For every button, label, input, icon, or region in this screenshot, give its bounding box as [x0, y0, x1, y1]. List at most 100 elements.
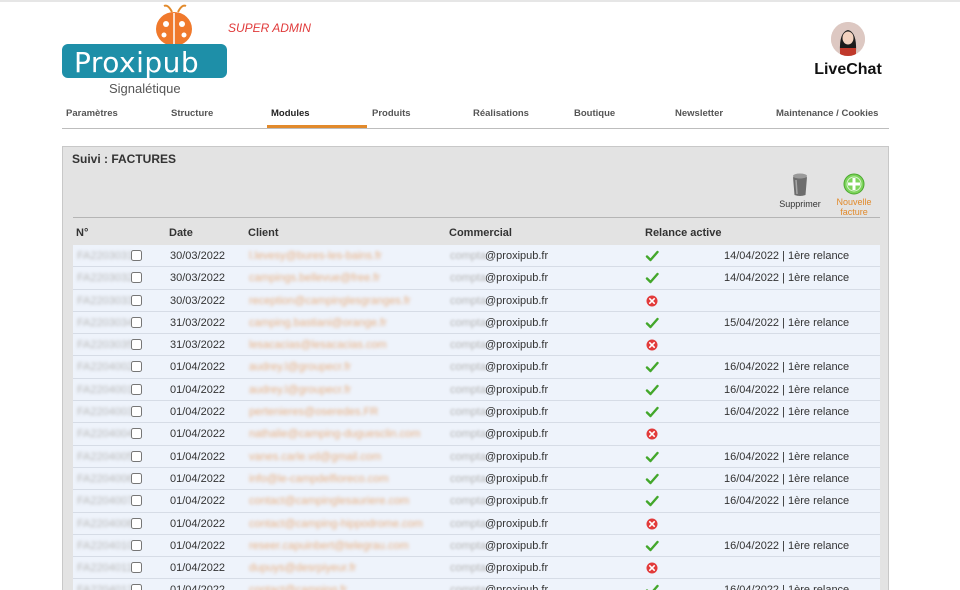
table-row[interactable]: FA2204005 01/04/2022 vanes.carle.vd@gmai… [73, 445, 880, 468]
commercial-domain: @proxipub.fr [485, 495, 549, 508]
nav-maintenance-cookies[interactable]: Maintenance / Cookies [776, 108, 878, 119]
table-row[interactable]: FA2204008 01/04/2022 contact@camping-hip… [73, 512, 880, 535]
table-row[interactable]: FA2204001 01/04/2022 audrey.l@groupecr.f… [73, 378, 880, 402]
row-checkbox[interactable] [131, 272, 142, 284]
table-row[interactable]: FA2203032 30/03/2022 campings.bellevue@f… [73, 267, 880, 290]
relance-active-check-icon[interactable] [645, 472, 659, 486]
client-email[interactable]: contact@camping-hippodrome.com [249, 518, 423, 530]
col-date[interactable]: Date [169, 227, 193, 239]
client-email[interactable]: contact@camping.fr [249, 584, 347, 590]
commercial-domain: @proxipub.fr [485, 472, 549, 485]
commercial-user: compta [450, 383, 487, 396]
invoice-date: 30/03/2022 [170, 294, 226, 307]
table-row[interactable]: FA2203034 31/03/2022 camping.bastiani@or… [73, 311, 880, 335]
nav-realisations[interactable]: Réalisations [473, 108, 529, 119]
client-email[interactable]: dupuys@desrpiyeur.fr [249, 562, 356, 574]
table-row[interactable]: FA2204012 01/04/2022 contact@camping.fr … [73, 579, 880, 590]
delete-button[interactable]: Supprimer [775, 173, 825, 209]
commercial-user: compta [450, 361, 487, 374]
relance-text: 14/04/2022 | 1ère relance [724, 272, 850, 285]
invoices-panel: Suivi : FACTURES Supprimer Nouvelle fact… [62, 146, 889, 590]
row-checkbox[interactable] [131, 562, 142, 574]
table-row[interactable]: FA2204002 01/04/2022 audrey.l@groupecr.f… [73, 356, 880, 379]
invoice-number: FA2204001 [77, 383, 134, 396]
livechat-button[interactable]: LiveChat [812, 22, 884, 79]
row-checkbox[interactable] [131, 584, 142, 590]
table-row[interactable]: FA2204004 01/04/2022 nathalie@camping-du… [73, 423, 880, 446]
client-email[interactable]: campings.bellevue@free.fr [249, 272, 380, 284]
delete-label: Supprimer [779, 199, 821, 209]
nav-structure[interactable]: Structure [171, 108, 213, 119]
relance-text: 16/04/2022 | 1ère relance [724, 406, 850, 419]
nav-modules[interactable]: Modules [271, 108, 310, 119]
table-row[interactable]: FA2204006 01/04/2022 info@le-campdelfior… [73, 467, 880, 491]
col-relance[interactable]: Relance active [645, 227, 721, 239]
commercial-user: compta [450, 250, 487, 262]
client-email[interactable]: audrey.l@groupecr.fr [249, 361, 351, 373]
row-checkbox[interactable] [131, 472, 142, 484]
relance-active-check-icon[interactable] [645, 583, 659, 590]
client-email[interactable]: info@le-campdelfioreco.com [249, 473, 389, 485]
client-email[interactable]: pertenieres@oseredes.FR [249, 406, 378, 418]
relance-active-check-icon[interactable] [645, 383, 659, 397]
relance-active-check-icon[interactable] [645, 405, 659, 419]
nav-boutique[interactable]: Boutique [574, 108, 615, 119]
invoice-number: FA2204011 [77, 562, 133, 575]
relance-inactive-cross-icon[interactable] [645, 294, 659, 308]
relance-active-check-icon[interactable] [645, 360, 659, 374]
relance-inactive-cross-icon[interactable] [645, 427, 659, 441]
row-checkbox[interactable] [131, 361, 142, 373]
client-email[interactable]: camping.bastiani@orange.fr [249, 317, 387, 329]
row-checkbox[interactable] [131, 294, 142, 306]
nav-produits[interactable]: Produits [372, 108, 411, 119]
row-checkbox[interactable] [131, 428, 142, 440]
client-email[interactable]: reception@campinglesgranges.fr [249, 295, 411, 307]
row-checkbox[interactable] [131, 495, 142, 507]
col-commercial[interactable]: Commercial [449, 227, 512, 239]
table-row[interactable]: FA2204010 01/04/2022 reseer.capuinbert@t… [73, 534, 880, 558]
row-checkbox[interactable] [131, 250, 142, 261]
relance-inactive-cross-icon[interactable] [645, 561, 659, 575]
table-row[interactable]: FA2204007 01/04/2022 contact@campinglesa… [73, 490, 880, 513]
table-row[interactable]: FA2203033 30/03/2022 reception@campingle… [73, 289, 880, 312]
row-checkbox[interactable] [131, 383, 142, 395]
client-email[interactable]: contact@campinglesauriere.com [249, 495, 409, 507]
col-client[interactable]: Client [248, 227, 279, 239]
row-checkbox[interactable] [131, 450, 142, 462]
nav-newsletter[interactable]: Newsletter [675, 108, 723, 119]
table-row[interactable]: FA2204011 01/04/2022 dupuys@desrpiyeur.f… [73, 557, 880, 580]
nav-parametres[interactable]: Paramètres [66, 108, 118, 119]
table-row[interactable]: FA2203035 31/03/2022 lesacacias@lesacaci… [73, 334, 880, 357]
relance-active-check-icon[interactable] [645, 494, 659, 508]
row-checkbox[interactable] [131, 406, 142, 418]
row-checkbox[interactable] [131, 517, 142, 529]
client-email[interactable]: vanes.carle.vd@gmail.com [249, 451, 381, 463]
relance-inactive-cross-icon[interactable] [645, 517, 659, 531]
commercial-user: compta [450, 272, 487, 285]
table-row[interactable]: FA2203031 30/03/2022 l.levesy@bures-les-… [73, 245, 880, 268]
client-email[interactable]: nathalie@camping-duguesclin.com [249, 428, 420, 440]
proxipub-logo[interactable]: Proxipub Signalétique [62, 2, 232, 98]
client-email[interactable]: audrey.l@groupecr.fr [249, 384, 351, 396]
relance-active-check-icon[interactable] [645, 539, 659, 553]
invoice-date: 01/04/2022 [170, 495, 226, 508]
relance-inactive-cross-icon[interactable] [645, 338, 659, 352]
logo-text: Proxipub [74, 46, 200, 79]
relance-active-check-icon[interactable] [645, 316, 659, 330]
commercial-domain: @proxipub.fr [485, 450, 549, 463]
relance-active-check-icon[interactable] [645, 450, 659, 464]
row-checkbox[interactable] [131, 316, 142, 328]
client-email[interactable]: reseer.capuinbert@telegrau.com [249, 540, 409, 552]
client-email[interactable]: l.levesy@bures-les-bains.fr [249, 250, 382, 262]
table-row[interactable]: FA2204003 01/04/2022 pertenieres@oserede… [73, 401, 880, 424]
invoice-number: FA2204010 [77, 539, 134, 552]
row-checkbox[interactable] [131, 339, 142, 351]
col-num[interactable]: N° [76, 227, 88, 239]
new-invoice-button[interactable]: Nouvelle facture [831, 173, 877, 217]
agent-avatar-icon [831, 22, 865, 56]
client-email[interactable]: lesacacias@lesacacias.com [249, 339, 387, 351]
relance-active-check-icon[interactable] [645, 249, 659, 263]
commercial-user: compta [450, 472, 487, 485]
relance-active-check-icon[interactable] [645, 271, 659, 285]
row-checkbox[interactable] [131, 539, 142, 551]
